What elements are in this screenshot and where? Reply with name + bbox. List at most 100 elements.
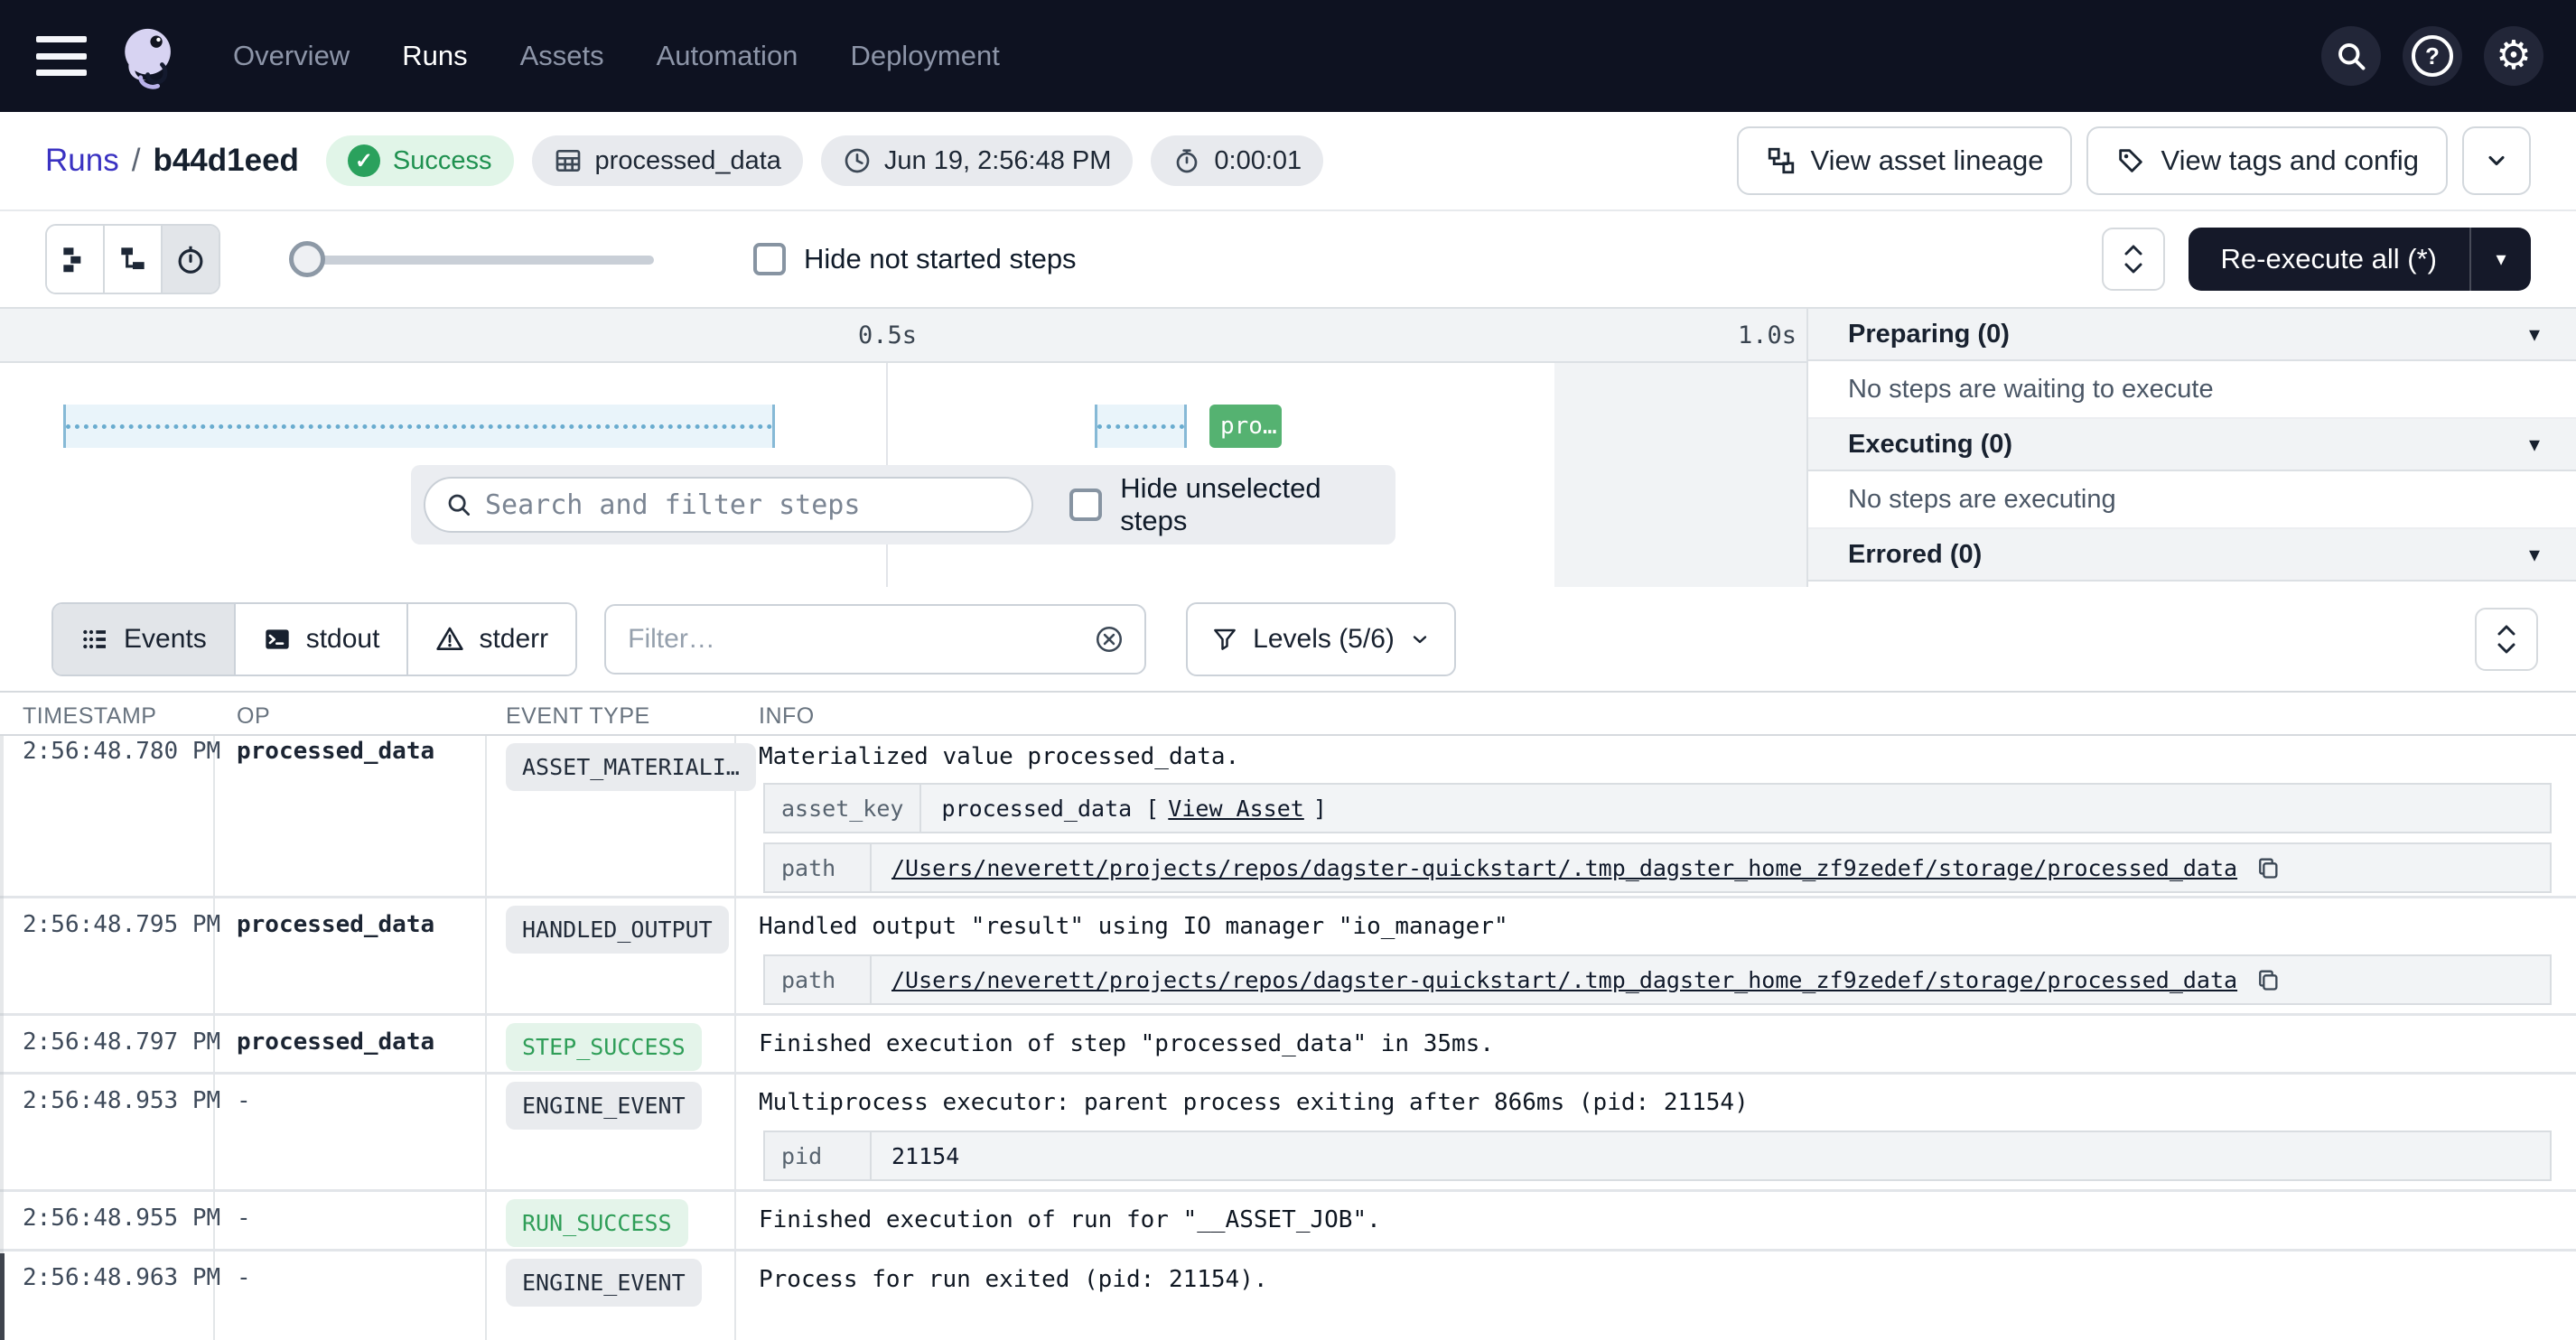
- view-asset-link[interactable]: View Asset: [1168, 796, 1304, 822]
- dagster-logo-icon[interactable]: [112, 22, 181, 90]
- view-mode-timed-button[interactable]: [163, 226, 219, 293]
- event-type-badge: HANDLED_OUTPUT: [506, 906, 729, 954]
- breadcrumb-runs-link[interactable]: Runs: [45, 143, 119, 179]
- slider-handle[interactable]: [289, 241, 325, 277]
- help-icon: ?: [2412, 35, 2453, 77]
- gantt-toolbar-right: Re-execute all (*) ▾: [2102, 228, 2531, 291]
- hide-not-started-control: Hide not started steps: [753, 243, 1077, 275]
- topnav-actions: ? ⚙: [2321, 26, 2543, 86]
- breadcrumb-separator: /: [132, 143, 141, 179]
- nav-item-deployment[interactable]: Deployment: [850, 40, 999, 72]
- copy-icon[interactable]: [2255, 855, 2281, 880]
- levels-dropdown-button[interactable]: Levels (5/6): [1186, 602, 1456, 676]
- view-mode-flat-button[interactable]: [47, 226, 105, 293]
- run-header-more-button[interactable]: [2462, 126, 2531, 195]
- log-expand-button[interactable]: [2475, 608, 2538, 671]
- reexecute-all-button[interactable]: Re-execute all (*) ▾: [2189, 228, 2531, 291]
- scrollbar-thumb[interactable]: [0, 1253, 5, 1340]
- nav-item-automation[interactable]: Automation: [657, 40, 798, 72]
- hide-unselected-checkbox[interactable]: [1069, 489, 1102, 521]
- gear-icon: ⚙: [2496, 36, 2531, 76]
- nav-item-runs[interactable]: Runs: [402, 40, 467, 72]
- search-button[interactable]: [2321, 26, 2381, 86]
- gantt-step-bar-pending-2[interactable]: [1095, 405, 1187, 448]
- gantt-toolbar: Hide not started steps Re-execute all (*…: [0, 211, 2576, 307]
- gantt-step-bar-pending-1[interactable]: [63, 405, 775, 448]
- run-id: b44d1eed: [153, 143, 298, 179]
- primary-nav: Overview Runs Assets Automation Deployme…: [233, 40, 1000, 72]
- nav-item-assets[interactable]: Assets: [520, 40, 604, 72]
- reexecute-dropdown-button[interactable]: ▾: [2471, 247, 2531, 271]
- tab-events[interactable]: Events: [53, 604, 236, 675]
- search-icon: [2335, 40, 2367, 72]
- panel-section-preparing-header[interactable]: Preparing (0) ▾: [1808, 309, 2576, 361]
- table-grid-icon: [554, 146, 583, 175]
- view-asset-lineage-button[interactable]: View asset lineage: [1737, 126, 2073, 195]
- log-filter-input[interactable]: [626, 623, 1094, 656]
- gantt-section: 0.5s 1.0s pro… Hide unselected steps: [0, 307, 2576, 587]
- chevron-down-icon: [2484, 148, 2509, 173]
- metadata-row-path: path /Users/neverett/projects/repos/dags…: [763, 954, 2552, 1005]
- metadata-row-path: path /Users/neverett/projects/repos/dags…: [763, 842, 2552, 893]
- view-tags-config-button[interactable]: View tags and config: [2086, 126, 2448, 195]
- event-row-handled-output: 2:56:48.795 PM processed_data HANDLED_OU…: [0, 898, 2576, 1016]
- storage-path-link[interactable]: /Users/neverett/projects/repos/dagster-q…: [891, 855, 2237, 881]
- terminal-icon: [263, 625, 292, 654]
- log-toolbar: Events stdout stderr: [0, 587, 2576, 691]
- view-mode-waterfall-button[interactable]: [105, 226, 163, 293]
- stopwatch-icon: [173, 242, 208, 276]
- slider-track[interactable]: [293, 256, 654, 265]
- gantt-step-bar-processed-data[interactable]: pro…: [1209, 405, 1282, 448]
- copy-icon[interactable]: [2255, 967, 2281, 992]
- top-navigation-bar: Overview Runs Assets Automation Deployme…: [0, 0, 2576, 112]
- panel-section-errored-header[interactable]: Errored (0) ▾: [1808, 529, 2576, 582]
- metadata-value: processed_data [: [941, 796, 1159, 822]
- scrollbar-track[interactable]: [0, 691, 4, 1340]
- step-search-input[interactable]: [483, 489, 1012, 522]
- metadata-key: pid: [765, 1132, 872, 1179]
- event-message: Finished execution of run for "__ASSET_J…: [759, 1206, 1381, 1233]
- funnel-icon: [1211, 626, 1238, 653]
- event-type-badge: ASSET_MATERIALI…: [506, 743, 756, 791]
- event-op: -: [237, 1205, 251, 1232]
- status-badge: ✓ Success: [326, 135, 514, 186]
- event-op: processed_data: [237, 1028, 434, 1056]
- event-message: Process for run exited (pid: 21154).: [759, 1266, 1268, 1293]
- settings-button[interactable]: ⚙: [2484, 26, 2543, 86]
- step-status-panel: Preparing (0) ▾ No steps are waiting to …: [1806, 309, 2576, 587]
- step-search-box: [424, 477, 1033, 533]
- run-header-actions: View asset lineage View tags and config: [1737, 126, 2531, 195]
- panel-section-executing-header[interactable]: Executing (0) ▾: [1808, 419, 2576, 471]
- gantt-expand-button[interactable]: [2102, 228, 2165, 291]
- event-op: processed_data: [237, 738, 434, 765]
- event-op: -: [237, 1087, 251, 1114]
- panel-section-executing-body: No steps are executing: [1808, 471, 2576, 529]
- asset-tag-pill[interactable]: processed_data: [532, 135, 803, 186]
- triangle-down-icon: ▾: [2529, 321, 2540, 348]
- metadata-value: 21154: [872, 1143, 959, 1169]
- tab-stderr[interactable]: stderr: [408, 604, 575, 675]
- hide-not-started-checkbox[interactable]: [753, 243, 786, 275]
- storage-path-link[interactable]: /Users/neverett/projects/repos/dagster-q…: [891, 967, 2237, 993]
- column-header-op: OP: [237, 703, 270, 730]
- triangle-down-icon: ▾: [2529, 542, 2540, 568]
- event-row-asset-materialization: 2:56:48.780 PM processed_data ASSET_MATE…: [0, 736, 2576, 898]
- gantt-zoom-slider[interactable]: [293, 241, 654, 277]
- nav-item-overview[interactable]: Overview: [233, 40, 350, 72]
- log-filter-box: [604, 604, 1146, 675]
- help-button[interactable]: ?: [2403, 26, 2462, 86]
- triangle-down-icon: ▾: [2529, 432, 2540, 458]
- hamburger-menu-icon[interactable]: [36, 36, 87, 76]
- run-header: Runs / b44d1eed ✓ Success processed_data…: [0, 112, 2576, 211]
- event-timestamp: 2:56:48.780 PM: [23, 738, 220, 765]
- metadata-key: path: [765, 844, 872, 891]
- event-op: processed_data: [237, 911, 434, 938]
- chevron-down-icon: [1409, 628, 1431, 650]
- clear-filter-icon[interactable]: [1094, 624, 1125, 655]
- event-message: Finished execution of step "processed_da…: [759, 1030, 1494, 1057]
- warning-triangle-icon: [435, 625, 464, 654]
- hide-unselected-label: Hide unselected steps: [1120, 472, 1395, 537]
- event-timestamp: 2:56:48.953 PM: [23, 1087, 220, 1114]
- tab-stdout[interactable]: stdout: [236, 604, 409, 675]
- panel-section-preparing-body: No steps are waiting to execute: [1808, 361, 2576, 419]
